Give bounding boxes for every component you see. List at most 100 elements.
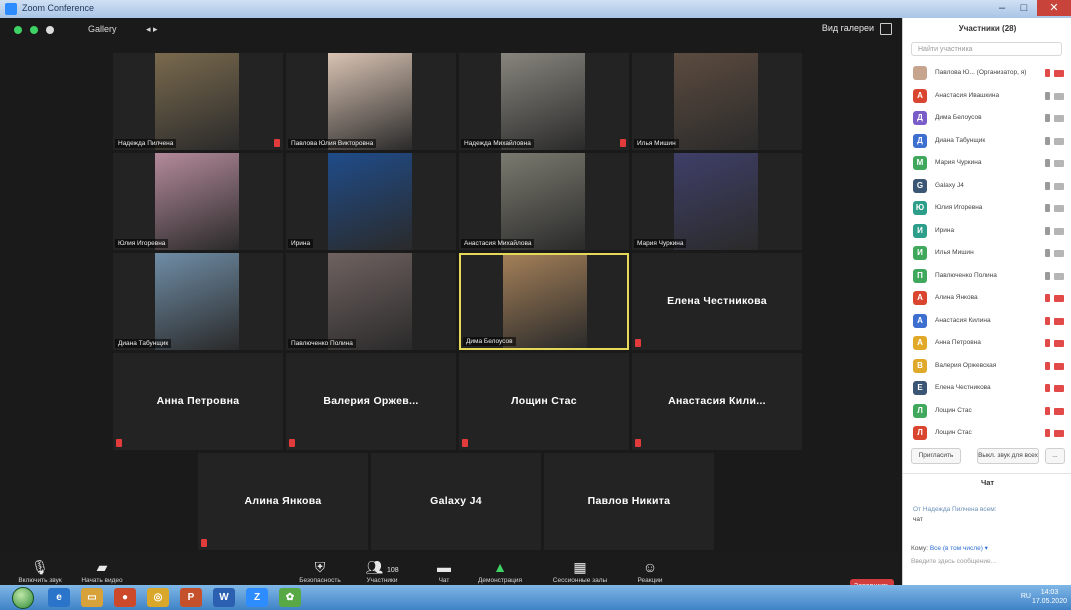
muted-mic-icon[interactable] [1045, 69, 1050, 77]
chat-message-input[interactable]: Введите здесь сообщение... [911, 558, 1063, 565]
video-tile[interactable]: Павлов Никита [544, 453, 714, 550]
participant-row[interactable]: Ю Юлия Игоревна [903, 197, 1071, 220]
video-tile[interactable]: Анастасия Кили... [632, 353, 802, 450]
muted-mic-icon[interactable] [1045, 429, 1050, 437]
maximize-button[interactable]: □ [1013, 0, 1035, 16]
participant-row[interactable]: E Елена Честникова [903, 377, 1071, 400]
invite-button[interactable]: Пригласить [911, 448, 961, 464]
chat-recipient-select[interactable]: Все (в том числе) ▾ [930, 545, 988, 552]
video-tile[interactable]: Лощин Стас [459, 353, 629, 450]
avatar: G [913, 178, 927, 193]
participant-row[interactable]: П Павлюченко Полина [903, 265, 1071, 288]
participant-row-name: Мария Чуркина [935, 159, 982, 166]
language-indicator[interactable]: RU [1021, 593, 1031, 600]
connection-icon[interactable] [30, 26, 38, 34]
participant-row[interactable]: M Мария Чуркина [903, 152, 1071, 175]
video-off-icon [1054, 430, 1064, 437]
video-tile[interactable]: Юлия Игоревна [113, 153, 283, 250]
participant-row[interactable]: Павлова Ю... (Организатор, я) [903, 62, 1071, 85]
video-tile[interactable]: Анастасия Михайлова [459, 153, 629, 250]
avatar: A [913, 291, 927, 305]
participant-row[interactable]: A Анастасия Ивашкина [903, 85, 1071, 108]
mute-all-button[interactable]: Выкл. звук для всех [977, 448, 1039, 464]
video-tile[interactable]: Павлова Юлия Викторовна [286, 53, 456, 150]
taskbar-app-button[interactable]: ✿ [279, 588, 301, 607]
muted-mic-icon[interactable] [1045, 361, 1050, 370]
video-tile[interactable]: Мария Чуркина [632, 153, 802, 250]
breakout-rooms-button[interactable]: ▦ Сессионные залы [550, 557, 610, 584]
participant-row[interactable]: Л Лощин Стас [903, 422, 1071, 440]
video-camera-icon [1054, 272, 1064, 280]
video-tile[interactable]: Павлюченко Полина [286, 253, 456, 350]
taskbar-app-button[interactable]: W [213, 588, 235, 607]
mute-button[interactable]: 🎙︎ Включить звук [10, 557, 70, 584]
participants-button[interactable]: 👥︎ 108 Участники [352, 557, 412, 584]
microphone-icon[interactable] [1045, 226, 1050, 235]
muted-mic-icon[interactable] [1045, 316, 1050, 325]
microphone-icon[interactable] [1045, 204, 1050, 212]
video-tile[interactable]: Надежда Пилчена [113, 53, 283, 150]
participant-video [501, 153, 585, 250]
microphone-icon[interactable] [1045, 91, 1050, 100]
participant-row[interactable]: Д Диана Табунщик [903, 130, 1071, 153]
chat-button[interactable]: ▬ Чат [414, 557, 474, 584]
security-button[interactable]: ⛨ Безопасность [290, 557, 350, 584]
avatar: A [913, 313, 927, 328]
video-tile[interactable]: Диана Табунщик [113, 253, 283, 350]
participant-row[interactable]: G Galaxy J4 [903, 175, 1071, 198]
video-tile[interactable]: Илья Мишин [632, 53, 802, 150]
avatar: Ю [913, 201, 927, 215]
participant-row[interactable]: В Валерия Оржевская [903, 355, 1071, 378]
reactions-button[interactable]: ☺ Реакции [620, 557, 680, 584]
taskbar-app-button[interactable]: ▭ [81, 588, 103, 607]
participant-row[interactable]: A Алина Янкова [903, 287, 1071, 310]
muted-mic-icon[interactable] [1045, 339, 1050, 347]
more-options-button[interactable]: ... [1045, 448, 1065, 464]
gallery-view-button[interactable]: Вид галереи [822, 23, 874, 33]
close-window-button[interactable]: ✕ [1037, 0, 1071, 16]
taskbar-app-button[interactable]: ◎ [147, 588, 169, 607]
page-arrows-icon[interactable]: ◂ ▸ [146, 24, 158, 35]
taskbar-app-button[interactable]: P [180, 588, 202, 607]
video-tile[interactable]: Алина Янкова [198, 453, 368, 550]
participant-video [328, 53, 412, 150]
start-button[interactable] [12, 587, 34, 609]
chat-bubble-icon: ▬ [437, 559, 451, 575]
video-tile[interactable]: Елена Честникова [632, 253, 802, 350]
system-clock[interactable]: 14:03 17.05.2020 [1032, 588, 1067, 606]
muted-mic-icon[interactable] [1045, 384, 1050, 392]
muted-mic-icon[interactable] [1045, 294, 1050, 302]
taskbar-app-button[interactable]: ● [114, 588, 136, 607]
participant-row[interactable]: A Анастасия Килина [903, 310, 1071, 333]
microphone-icon[interactable] [1045, 181, 1050, 190]
avatar: E [913, 381, 927, 395]
security-shield-icon[interactable] [14, 26, 22, 34]
video-tile[interactable]: Ирина [286, 153, 456, 250]
taskbar-app-button[interactable]: Z [246, 588, 268, 607]
participant-row[interactable]: Д Дима Белоусов [903, 107, 1071, 130]
view-label: Gallery [88, 24, 117, 34]
fullscreen-icon[interactable] [880, 23, 892, 35]
microphone-icon[interactable] [1045, 159, 1050, 167]
taskbar-app-button[interactable]: e [48, 588, 70, 607]
participant-row[interactable]: A Анна Петровна [903, 332, 1071, 355]
video-tile[interactable]: Дима Белоусов [459, 253, 629, 350]
muted-mic-icon[interactable] [1045, 406, 1050, 415]
start-video-button[interactable]: ▰ Начать видео [72, 557, 132, 584]
video-tile[interactable]: Анна Петровна [113, 353, 283, 450]
participant-row[interactable]: Л Лощин Стас [903, 400, 1071, 423]
participant-row-name: Валерия Оржевская [935, 361, 997, 369]
microphone-icon[interactable] [1045, 271, 1050, 280]
minimize-button[interactable]: – [991, 0, 1013, 16]
microphone-icon[interactable] [1045, 136, 1050, 145]
info-icon[interactable] [46, 26, 54, 34]
participant-search-input[interactable]: Найти участника [911, 42, 1062, 56]
avatar: И [913, 246, 927, 260]
video-tile[interactable]: Galaxy J4 [371, 453, 541, 550]
video-tile[interactable]: Валерия Оржев... [286, 353, 456, 450]
microphone-icon[interactable] [1045, 249, 1050, 257]
microphone-icon[interactable] [1045, 114, 1050, 122]
video-tile[interactable]: Надежда Михайловна [459, 53, 629, 150]
participant-row[interactable]: И Илья Мишин [903, 242, 1071, 265]
participant-row[interactable]: И Ирина [903, 220, 1071, 243]
